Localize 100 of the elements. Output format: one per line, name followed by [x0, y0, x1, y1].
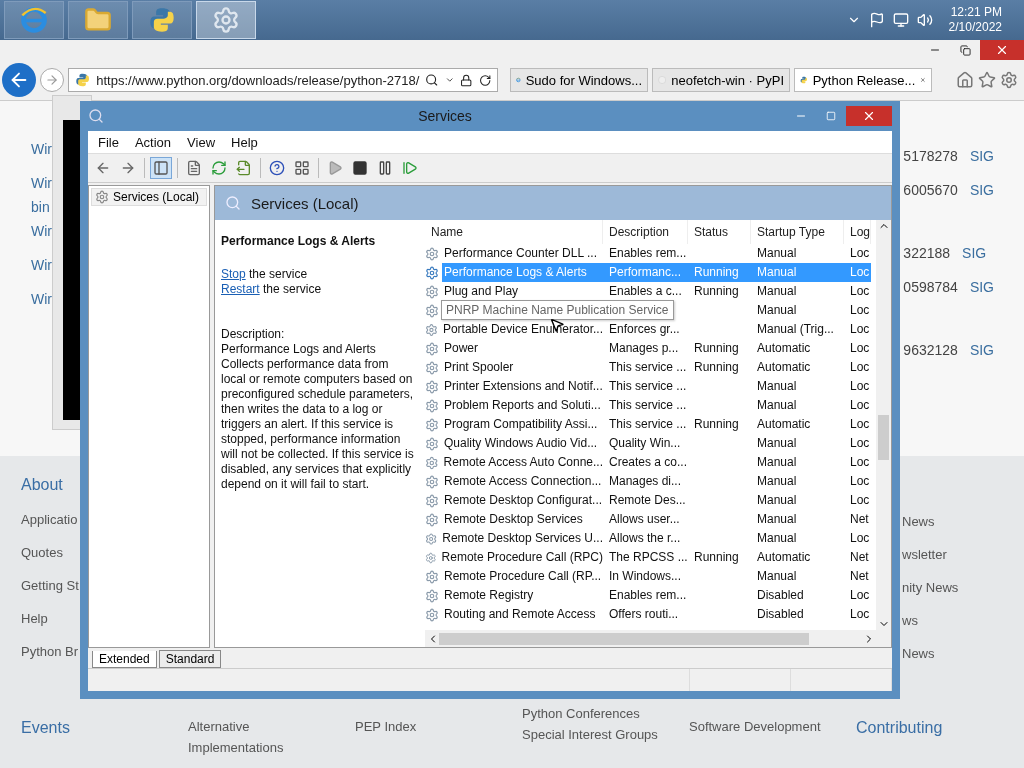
horizontal-scrollbar[interactable] [425, 630, 891, 647]
settings-icon[interactable] [1000, 71, 1018, 89]
gear-icon [425, 550, 437, 565]
flag-icon[interactable] [868, 12, 885, 28]
table-cell[interactable]: Program Compatibility Assi... [442, 415, 603, 434]
download-link[interactable]: Wir [31, 139, 52, 159]
view-tab[interactable]: Extended [92, 651, 157, 668]
caret-icon[interactable] [444, 75, 455, 85]
footer-link[interactable]: PEP Index [355, 719, 522, 734]
footer-link[interactable]: Alternative [188, 719, 355, 734]
footer-link[interactable]: ws [902, 613, 918, 628]
gear-icon [425, 341, 439, 356]
footer-link[interactable]: Applicatio [21, 512, 78, 527]
table-cell[interactable]: Quality Windows Audio Vid... [442, 434, 603, 453]
table-cell[interactable]: Remote Desktop Configurat... [442, 491, 603, 510]
menu-item[interactable]: File [92, 134, 125, 150]
view-tab[interactable]: Standard [158, 650, 222, 668]
table-cell[interactable]: Performance Counter DLL ... [442, 244, 603, 263]
close-button[interactable] [980, 40, 1024, 60]
footer-link[interactable]: Implementations [188, 740, 355, 755]
sig-link[interactable]: SIG [962, 243, 987, 263]
table-cell-text: Loc [849, 245, 871, 262]
table-cell[interactable]: Remote Desktop Services [442, 510, 603, 529]
table-cell[interactable]: Printer Extensions and Notif... [442, 377, 603, 396]
footer-link[interactable]: Python Conferences [522, 706, 689, 721]
speaker-icon[interactable] [916, 12, 933, 28]
column-header[interactable]: Log [844, 220, 871, 244]
download-link[interactable]: Wir [31, 221, 52, 241]
back-button[interactable] [2, 63, 36, 97]
footer-link[interactable]: Software Development [689, 719, 856, 734]
browser-tab[interactable]: Python Release... [794, 68, 932, 92]
gear-icon [425, 303, 439, 318]
footer-heading[interactable]: Contributing [856, 719, 1023, 737]
table-cell[interactable]: Routing and Remote Access [442, 605, 603, 624]
footer-heading[interactable]: Events [21, 719, 188, 737]
sig-link[interactable]: SIG [969, 146, 994, 166]
action-link[interactable]: Restart [221, 282, 260, 296]
scrollbar-thumb[interactable] [878, 415, 889, 460]
footer-link[interactable]: Quotes [21, 545, 63, 560]
footer-link[interactable]: News [902, 514, 935, 529]
services-icon [225, 195, 241, 211]
footer-link[interactable]: Special Interest Groups [522, 727, 689, 742]
sig-link[interactable]: SIG [969, 340, 994, 360]
table-cell[interactable]: Remote Procedure Call (RPC) [439, 548, 603, 567]
refresh-icon[interactable] [478, 73, 491, 87]
search-icon[interactable] [425, 73, 439, 87]
browser-icon [20, 6, 48, 34]
table-cell[interactable]: Remote Access Auto Conne... [441, 453, 603, 472]
vertical-scrollbar[interactable] [876, 220, 891, 630]
sig-link[interactable]: SIG [969, 277, 994, 297]
table-cell-text: Enforces gr... [608, 321, 681, 338]
footer-link[interactable]: nity News [902, 580, 959, 595]
column-header[interactable]: Status [688, 220, 751, 244]
tree-item[interactable]: Services (Local) [91, 188, 207, 206]
network-icon[interactable] [892, 12, 909, 28]
home-icon[interactable] [956, 71, 974, 89]
table-cell[interactable]: Portable Device Enumerator... [440, 320, 603, 339]
table-cell-text: This service ... [608, 359, 688, 376]
action-link[interactable]: Stop [221, 267, 246, 281]
footer-link[interactable]: Python Br [21, 644, 79, 659]
taskbar-button[interactable] [132, 1, 192, 39]
menu-item[interactable]: Help [225, 134, 264, 150]
gear-icon [212, 6, 240, 34]
table-cell[interactable]: Problem Reports and Soluti... [442, 396, 603, 415]
star-icon[interactable] [978, 71, 996, 89]
table-cell-text: The RPCSS ... [608, 549, 688, 566]
download-link[interactable]: Wir [31, 173, 52, 193]
menu-item[interactable]: Action [128, 134, 178, 150]
table-cell[interactable]: Remote Registry [442, 586, 603, 605]
table-cell[interactable]: Remote Access Connection... [442, 472, 603, 491]
table-cell[interactable]: Plug and Play [442, 282, 603, 301]
close-button[interactable] [846, 106, 892, 126]
column-header[interactable]: Name [425, 220, 603, 244]
address-bar[interactable]: https://www.python.org/downloads/release/python-2718/ [68, 68, 498, 92]
taskbar-button[interactable] [68, 1, 128, 39]
download-link[interactable]: Wir [31, 289, 52, 309]
download-link[interactable]: Wir [31, 255, 52, 275]
footer-link[interactable]: wsletter [902, 547, 947, 562]
services-icon [88, 108, 104, 124]
column-header[interactable]: Description [603, 220, 688, 244]
taskbar-button[interactable] [196, 1, 256, 39]
menu-item[interactable]: View [181, 134, 222, 150]
footer-heading[interactable]: About [21, 476, 63, 494]
table-cell[interactable]: Power [442, 339, 603, 358]
table-cell[interactable]: Remote Desktop Services U... [440, 529, 603, 548]
taskbar-button[interactable] [4, 1, 64, 39]
browser-tab[interactable]: Sudo for Windows... [510, 68, 648, 92]
browser-tab[interactable]: neofetch-win · PyPI [652, 68, 790, 92]
footer-link[interactable]: News [902, 646, 935, 661]
forward-button[interactable] [40, 68, 64, 92]
table-cell[interactable]: Print Spooler [442, 358, 603, 377]
download-link[interactable]: bin [31, 193, 52, 221]
file-size: 0598784 [903, 279, 958, 295]
table-cell-text: Net [849, 511, 870, 528]
table-cell[interactable]: Remote Procedure Call (RP... [442, 567, 603, 586]
column-header[interactable]: Startup Type [751, 220, 844, 244]
clock[interactable]: 12:21 PM 2/10/2022 [948, 5, 1002, 35]
footer-link[interactable]: Getting St [21, 578, 79, 593]
sig-link[interactable]: SIG [969, 180, 994, 200]
footer-link[interactable]: Help [21, 611, 48, 626]
